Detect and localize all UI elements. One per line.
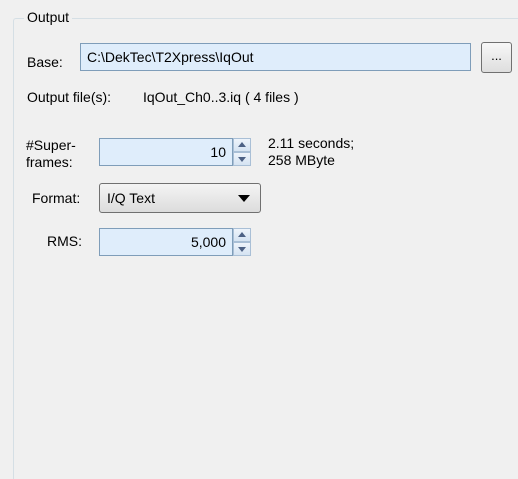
rms-up-button[interactable]: [233, 228, 251, 242]
chevron-down-icon: [238, 157, 246, 162]
rms-label: RMS:: [47, 233, 82, 249]
superframes-spinner[interactable]: [233, 138, 251, 166]
browse-button[interactable]: ...: [481, 42, 512, 73]
superframes-down-button[interactable]: [233, 152, 251, 166]
superframes-up-button[interactable]: [233, 138, 251, 152]
rms-down-button[interactable]: [233, 242, 251, 256]
superframes-duration: 2.11 seconds;: [268, 135, 355, 151]
format-selected-value: I/Q Text: [107, 190, 155, 206]
dropdown-arrow-icon: [238, 195, 250, 202]
superframes-label-line1: #Super-: [26, 137, 76, 153]
output-group-title: Output: [24, 8, 73, 26]
chevron-up-icon: [238, 232, 246, 237]
rms-input[interactable]: 5,000: [99, 228, 233, 256]
superframes-input[interactable]: 10: [99, 138, 233, 166]
output-files-label: Output file(s):: [27, 89, 112, 105]
output-files-value: IqOut_Ch0..3.iq ( 4 files ): [143, 89, 299, 105]
chevron-up-icon: [238, 142, 246, 147]
superframes-size: 258 MByte: [268, 152, 335, 168]
chevron-down-icon: [238, 247, 246, 252]
rms-spinner[interactable]: [233, 228, 251, 256]
superframes-label-line2: frames:: [26, 154, 73, 170]
format-label: Format:: [32, 190, 81, 206]
base-path-input[interactable]: C:\DekTec\T2Xpress\IqOut: [80, 43, 471, 71]
base-label: Base:: [27, 54, 63, 70]
format-dropdown[interactable]: I/Q Text: [99, 183, 261, 213]
